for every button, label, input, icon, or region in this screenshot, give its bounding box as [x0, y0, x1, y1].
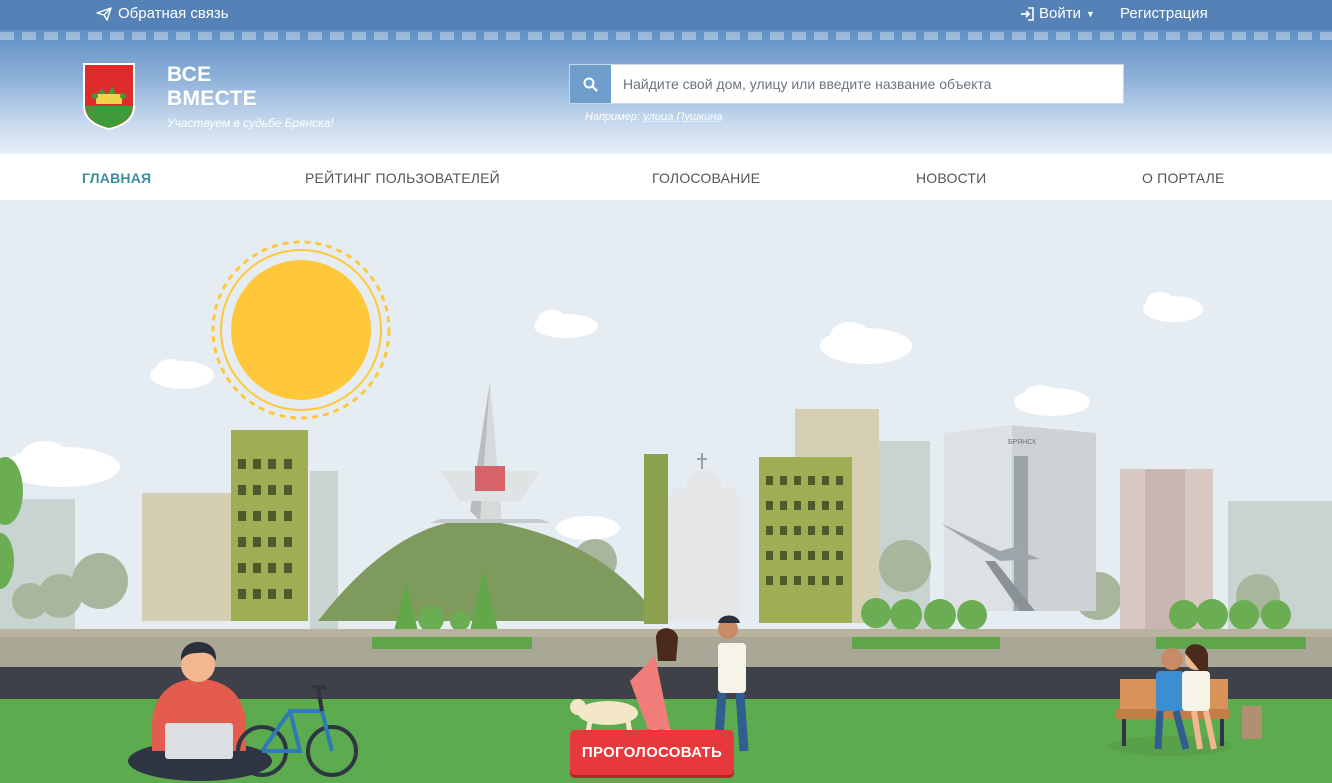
search-bar [569, 64, 1124, 104]
search-example: Например: улица Пушкина [585, 111, 723, 123]
monument [430, 381, 550, 523]
city-illustration: БРЯНСК [0, 240, 1332, 783]
church [644, 453, 740, 624]
header-stripe [0, 32, 1332, 40]
vote-button[interactable]: ПРОГОЛОСОВАТЬ [570, 730, 734, 775]
caret-down-icon: ▼ [1085, 8, 1095, 19]
bryansk-coat-of-arms-logo[interactable] [82, 62, 136, 130]
site-slogan: Участвуем в судьбе Брянска! [167, 116, 334, 130]
nav-item-about[interactable]: О ПОРТАЛЕ [1142, 170, 1225, 186]
search-example-prefix: Например: [585, 111, 641, 123]
search-button[interactable] [570, 65, 611, 103]
site-logo-title[interactable]: ВСЕ ВМЕСТЕ [167, 63, 257, 111]
building-sign: БРЯНСК [1008, 439, 1037, 446]
nav-item-users-rating[interactable]: РЕЙТИНГ ПОЛЬЗОВАТЕЛЕЙ [305, 170, 500, 186]
search-example-link[interactable]: улица Пушкина [643, 111, 722, 123]
search-icon [583, 77, 598, 92]
search-input[interactable] [611, 65, 1123, 103]
login-label: Войти [1039, 5, 1081, 22]
login-dropdown[interactable]: Войти ▼ [1020, 5, 1095, 22]
feedback-label: Обратная связь [118, 5, 229, 22]
administration-building: БРЯНСК [944, 425, 1096, 611]
top-bar: Обратная связь Войти ▼ Регистрация [0, 0, 1332, 30]
sign-in-icon [1021, 6, 1034, 21]
building-middle [759, 409, 879, 623]
hero-illustration: БРЯНСК [0, 201, 1332, 783]
nav-item-home[interactable]: ГЛАВНАЯ [82, 170, 151, 186]
paper-plane-icon [96, 6, 112, 21]
logo-line-2: ВМЕСТЕ [167, 87, 257, 110]
building-left [142, 430, 308, 621]
logo-line-1: ВСЕ [167, 63, 212, 86]
site-header: ВСЕ ВМЕСТЕ Участвуем в судьбе Брянска! Н… [0, 30, 1332, 154]
main-navigation: ГЛАВНАЯ РЕЙТИНГ ПОЛЬЗОВАТЕЛЕЙ ГОЛОСОВАНИ… [0, 154, 1332, 201]
register-link[interactable]: Регистрация [1120, 5, 1208, 22]
sun-icon [211, 240, 391, 420]
nav-item-news[interactable]: НОВОСТИ [916, 170, 986, 186]
nav-item-voting[interactable]: ГОЛОСОВАНИЕ [652, 170, 760, 186]
feedback-link[interactable]: Обратная связь [96, 5, 229, 22]
building-right [1120, 469, 1213, 629]
